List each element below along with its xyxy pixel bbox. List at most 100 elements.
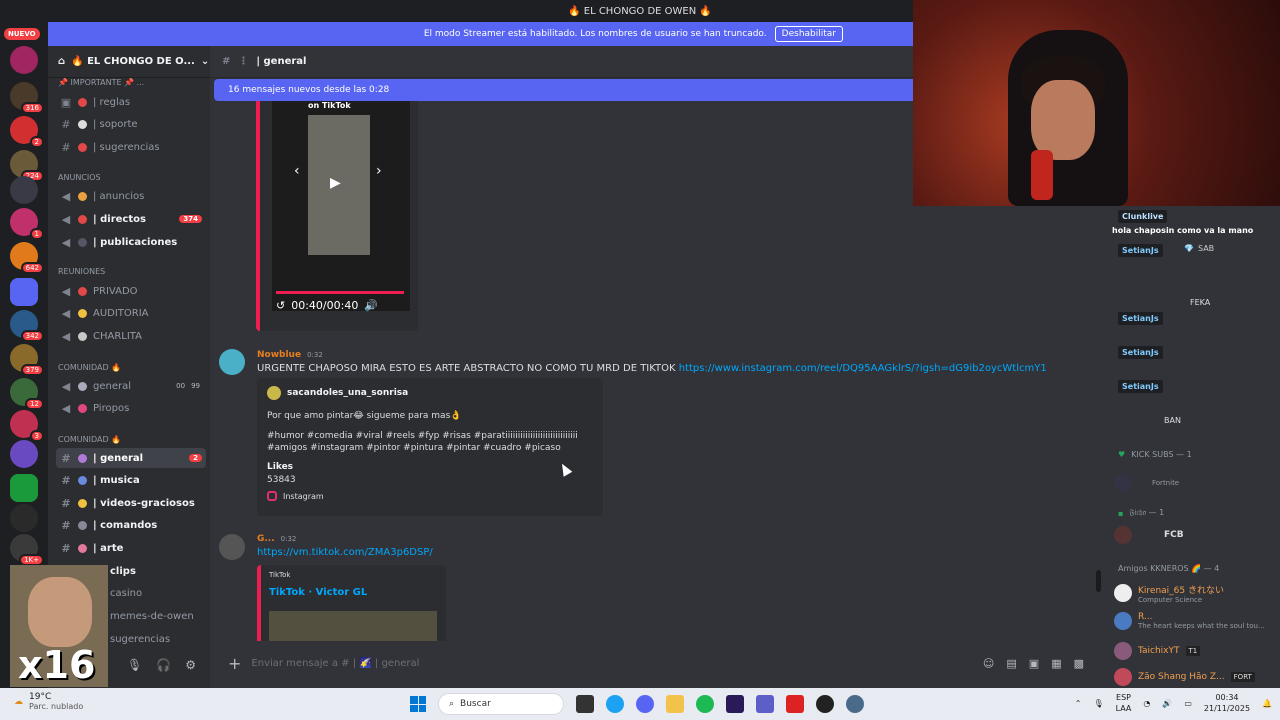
voice-privado[interactable]: ◀ PRIVADO — [56, 281, 206, 301]
category-importante[interactable]: 📌 Importante 📌 ... — [58, 78, 144, 87]
category-reuniones[interactable]: REUNIONES — [58, 267, 105, 276]
windows-start-icon[interactable] — [410, 696, 426, 712]
sticker-icon[interactable]: ▣ — [1029, 657, 1039, 670]
channel-musica[interactable]: # | musica — [56, 470, 206, 490]
server-icon[interactable]: 642 — [10, 242, 44, 274]
member-item[interactable]: Kirenai_65 きれない Computer Science — [1114, 582, 1280, 604]
avatar[interactable] — [219, 534, 245, 560]
mic-icon[interactable]: 🎙 — [127, 658, 142, 672]
channel-general[interactable]: # | general 2 — [56, 448, 206, 468]
gift-icon[interactable]: ☺ — [983, 657, 994, 670]
message-author[interactable]: Nowblue 0:32 — [257, 350, 323, 360]
member-item[interactable]: Zão Shang Hão Z... FORT — [1114, 666, 1280, 688]
notification-icon[interactable]: 🔔 — [1262, 699, 1272, 708]
category-comunidad-2[interactable]: COMUNIDAD 🔥 — [58, 435, 121, 444]
message-link[interactable]: https://vm.tiktok.com/ZMA3p6DSP/ — [257, 547, 433, 558]
server-icon[interactable]: 316 — [10, 82, 44, 114]
video-player[interactable]: on TikTok ‹ ▶ › ↺ 00:40/00:40 🔊 — [272, 101, 410, 312]
threads-icon[interactable]: ⋮ — [238, 56, 248, 67]
server-icon[interactable]: 1 — [10, 208, 44, 240]
server-icon[interactable] — [10, 176, 38, 204]
message-input[interactable]: Enviar mensaje a # | 🌠 | general — [251, 658, 419, 669]
channel-videos-graciosos[interactable]: # | videos-graciosos — [56, 493, 206, 513]
server-icon[interactable] — [10, 46, 38, 74]
embed-author[interactable]: sacandoles_una_sonrisa — [267, 386, 593, 400]
server-icon[interactable]: 379 — [10, 344, 44, 376]
chevron-right-icon[interactable]: › — [376, 163, 382, 179]
server-icon[interactable]: 342 — [10, 310, 44, 342]
channel-publicaciones[interactable]: ◀ | publicaciones — [56, 232, 206, 252]
channel-soporte[interactable]: # | soporte — [56, 114, 206, 134]
battery-icon[interactable]: ▭ — [1184, 699, 1192, 708]
server-icon[interactable]: 2 — [10, 116, 44, 148]
weather-widget[interactable]: ☁ 19°C Parc. nublado — [14, 692, 83, 711]
headphones-icon[interactable]: 🎧 — [156, 658, 171, 672]
clock[interactable]: 00:34 21/11/2025 — [1204, 692, 1250, 714]
scrollbar[interactable] — [1096, 570, 1101, 592]
mcafee-icon[interactable] — [786, 695, 804, 713]
chevron-up-icon[interactable]: ⌃ — [1075, 699, 1082, 708]
category-anuncios[interactable]: ANUNCIOS — [58, 173, 101, 182]
channel-anuncios[interactable]: ◀ | anuncios — [56, 186, 206, 206]
server-icon[interactable] — [10, 440, 38, 468]
play-icon[interactable]: ▶ — [330, 175, 341, 191]
channel-reglas[interactable]: ▣ | reglas — [56, 92, 206, 112]
avatar[interactable] — [219, 349, 245, 375]
channel-sugerencias-2[interactable]: sugerencias — [106, 629, 206, 649]
emoji-picker-icon[interactable]: ▦ — [1051, 657, 1061, 670]
message-link[interactable]: https://www.instagram.com/reel/DQ95AAGkl… — [679, 363, 1047, 374]
channel-comandos[interactable]: # | comandos — [56, 515, 206, 535]
settings-icon[interactable] — [846, 695, 864, 713]
channel-casino[interactable]: casino — [106, 583, 206, 603]
guild-header[interactable]: ⌂ 🔥 EL CHONGO DE O... ⌄ — [48, 46, 210, 78]
replay-icon[interactable]: ↺ — [276, 299, 285, 312]
voice-auditoria[interactable]: ◀ AUDITORIA — [56, 303, 206, 323]
disable-streamer-button[interactable]: Deshabilitar — [774, 26, 843, 42]
member-item[interactable]: R... The heart keeps what the soul tou... — [1114, 610, 1280, 632]
obs-icon[interactable] — [816, 695, 834, 713]
add-attachment-icon[interactable]: + — [228, 654, 241, 673]
server-icon[interactable]: 3 — [10, 410, 44, 442]
new-messages-bar[interactable]: 16 mensajes nuevos desde las 0:28 — [214, 79, 913, 101]
voice-charlita[interactable]: ◀ CHARLITA — [56, 326, 206, 346]
member-item[interactable]: Fortnite — [1114, 472, 1280, 494]
wifi-icon[interactable]: ◔ — [1143, 699, 1150, 708]
new-badge[interactable]: NUEVO — [4, 28, 40, 40]
channel-piropos[interactable]: ◀ Piropos — [56, 398, 206, 418]
channel-memes-de-owen[interactable]: memes-de-owen — [106, 606, 206, 626]
channel-arte[interactable]: # | arte — [56, 538, 206, 558]
task-view-icon[interactable] — [576, 695, 594, 713]
embed-title[interactable]: TikTok · Victor GL — [269, 587, 438, 598]
volume-icon[interactable]: 🔊 — [1162, 699, 1172, 708]
video-progress[interactable] — [276, 291, 404, 294]
embed-thumbnail[interactable] — [269, 611, 437, 641]
gear-icon[interactable]: ⚙ — [185, 658, 196, 672]
gif-icon[interactable]: ▤ — [1006, 657, 1016, 670]
channel-directos[interactable]: ◀ | directos 374 — [56, 209, 206, 229]
volume-icon[interactable]: 🔊 — [364, 299, 378, 312]
server-icon[interactable]: 224 — [10, 150, 44, 182]
category-comunidad[interactable]: COMUNIDAD 🔥 — [58, 363, 121, 372]
server-icon[interactable]: 12 — [10, 378, 44, 410]
server-icon[interactable]: 1K+ — [10, 534, 44, 566]
member-item[interactable]: FCB — [1114, 524, 1280, 546]
premiere-icon[interactable] — [726, 695, 744, 713]
spotify-icon[interactable] — [696, 695, 714, 713]
server-icon[interactable] — [10, 504, 38, 532]
chevron-left-icon[interactable]: ‹ — [294, 163, 300, 179]
discord-icon[interactable] — [636, 695, 654, 713]
taskbar-search[interactable]: ⌕ Buscar — [438, 693, 564, 715]
language-indicator[interactable]: ESP LAA — [1116, 692, 1132, 714]
message-composer[interactable]: + Enviar mensaje a # | 🌠 | general ☺ ▤ ▣… — [218, 648, 1094, 678]
file-explorer-icon[interactable] — [666, 695, 684, 713]
kick-server-icon[interactable] — [10, 474, 38, 502]
folder-icon[interactable] — [10, 278, 38, 306]
apps-icon[interactable]: ▩ — [1074, 657, 1084, 670]
voice-general[interactable]: ◀ general 00 99 — [56, 376, 206, 396]
member-item[interactable]: TaichixYT T1 — [1114, 640, 1280, 662]
message-author[interactable]: G... 0:32 — [257, 534, 296, 544]
channel-clips[interactable]: clips — [106, 561, 206, 581]
mic-icon[interactable]: 🎙 — [1093, 699, 1103, 708]
channel-sugerencias[interactable]: # | sugerencias — [56, 137, 206, 157]
chrome-icon[interactable] — [606, 695, 624, 713]
